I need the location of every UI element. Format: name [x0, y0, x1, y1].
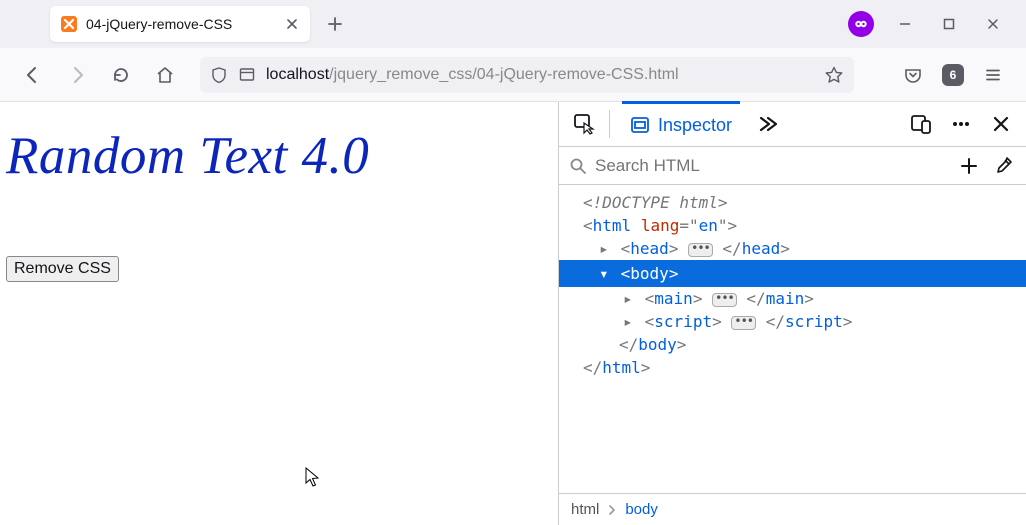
app-menu-button[interactable]	[978, 60, 1008, 90]
devtools-close-icon[interactable]	[988, 111, 1014, 137]
tab-title: 04-jQuery-remove-CSS	[86, 16, 276, 32]
devtools-overflow-button[interactable]	[752, 110, 780, 138]
element-picker-icon[interactable]	[571, 111, 597, 137]
page-heading: Random Text 4.0	[6, 126, 552, 186]
breadcrumb: html body	[559, 493, 1026, 525]
crumb-body[interactable]: body	[625, 501, 658, 518]
devtools-menu-icon[interactable]	[948, 111, 974, 137]
remove-css-button[interactable]: Remove CSS	[6, 256, 119, 282]
responsive-design-icon[interactable]	[908, 111, 934, 137]
new-tab-button[interactable]	[318, 7, 352, 41]
inspector-tab[interactable]: Inspector	[622, 101, 740, 146]
eyedropper-icon[interactable]	[990, 156, 1016, 176]
crumb-html[interactable]: html	[571, 501, 599, 518]
dom-tree[interactable]: <!DOCTYPE html> <html lang="en"> ▸ <head…	[559, 185, 1026, 493]
back-button[interactable]	[18, 60, 48, 90]
tree-main[interactable]: ▸ <main> ••• </main>	[559, 287, 1026, 310]
home-button[interactable]	[150, 60, 180, 90]
window-maximize-button[interactable]	[936, 11, 962, 37]
xampp-favicon-icon	[60, 15, 78, 33]
window-minimize-button[interactable]	[892, 11, 918, 37]
content-split: Random Text 4.0 Remove CSS Inspector	[0, 102, 1026, 525]
extension-badge-icon[interactable]	[848, 11, 874, 37]
url-toolbar: localhost/jquery_remove_css/04-jQuery-re…	[0, 48, 1026, 102]
tree-body-close[interactable]: </body>	[559, 333, 1026, 356]
chevron-right-icon	[607, 505, 617, 515]
tree-head[interactable]: ▸ <head> ••• </head>	[559, 237, 1026, 260]
tab-count-badge[interactable]: 6	[942, 64, 964, 86]
security-icon[interactable]	[238, 66, 256, 84]
devtools-panel: Inspector	[558, 102, 1026, 525]
tabstrip-right	[848, 11, 1026, 37]
window-close-button[interactable]	[980, 11, 1006, 37]
add-node-button[interactable]	[956, 157, 982, 175]
tab-strip: 04-jQuery-remove-CSS	[0, 0, 1026, 48]
forward-button	[62, 60, 92, 90]
devtools-search-bar	[559, 147, 1026, 185]
url-bar[interactable]: localhost/jquery_remove_css/04-jQuery-re…	[200, 57, 854, 93]
tree-html-open[interactable]: <html lang="en">	[559, 214, 1026, 237]
url-text: localhost/jquery_remove_css/04-jQuery-re…	[266, 66, 679, 84]
toolbar-right: 6	[898, 60, 1008, 90]
shield-icon[interactable]	[210, 66, 228, 84]
inspector-tab-label: Inspector	[658, 115, 732, 136]
devtools-search-input[interactable]	[595, 156, 948, 176]
tree-script[interactable]: ▸ <script> ••• </script>	[559, 310, 1026, 333]
pocket-icon[interactable]	[898, 60, 928, 90]
search-icon	[569, 157, 587, 175]
url-path: /jquery_remove_css/04-jQuery-remove-CSS.…	[329, 66, 678, 84]
bookmark-star-icon[interactable]	[824, 65, 844, 85]
mouse-cursor-icon	[305, 467, 321, 489]
divider	[609, 110, 610, 138]
tree-body-open[interactable]: ▾ <body>	[559, 260, 1026, 287]
tab-close-button[interactable]	[284, 16, 300, 32]
tree-html-close[interactable]: </html>	[559, 356, 1026, 379]
devtools-tabbar-right	[908, 111, 1014, 137]
tree-doctype[interactable]: <!DOCTYPE html>	[559, 191, 1026, 214]
reload-button[interactable]	[106, 60, 136, 90]
url-host: localhost	[266, 66, 329, 84]
devtools-tabbar: Inspector	[559, 102, 1026, 147]
browser-tab[interactable]: 04-jQuery-remove-CSS	[50, 6, 310, 42]
page-viewport: Random Text 4.0 Remove CSS	[0, 102, 558, 525]
